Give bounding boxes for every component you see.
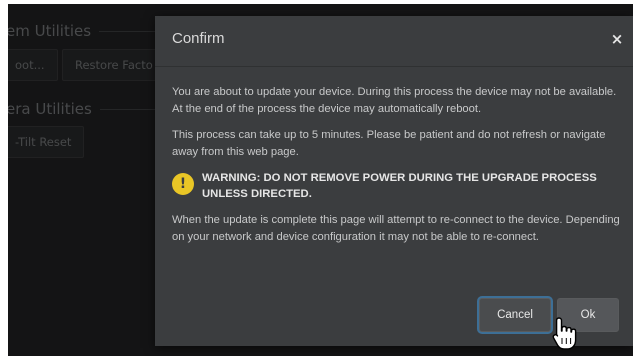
duration-paragraph: This process can take up to 5 minutes. P… — [172, 129, 606, 158]
power-warning: ! WARNING: DO NOT REMOVE POWER DURING TH… — [172, 170, 624, 202]
hand-pointer-cursor-icon — [552, 317, 577, 350]
update-warning-paragraph: You are about to update your device. Dur… — [172, 86, 617, 115]
cancel-button[interactable]: Cancel — [479, 298, 551, 332]
dialog-body: You are about to update your device. Dur… — [172, 84, 624, 255]
dialog-header: Confirm × — [155, 16, 633, 67]
close-icon[interactable]: × — [609, 31, 625, 47]
dialog-title: Confirm — [172, 30, 225, 47]
warning-text: WARNING: DO NOT REMOVE POWER DURING THE … — [202, 172, 597, 200]
confirm-dialog: Confirm × You are about to update your d… — [155, 16, 633, 346]
warning-icon: ! — [172, 173, 194, 195]
app-frame: em Utilities oot... Restore Facto era Ut… — [8, 4, 633, 356]
reconnect-paragraph: When the update is complete this page wi… — [172, 214, 620, 243]
